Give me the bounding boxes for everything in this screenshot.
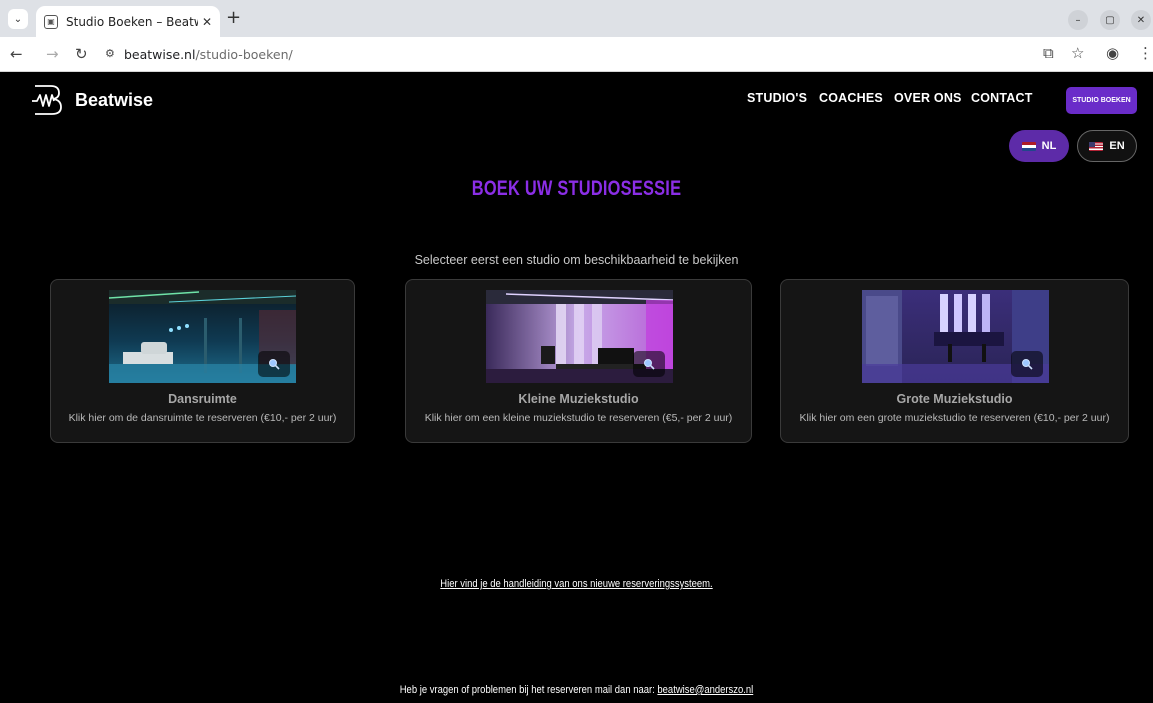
studio-name: Kleine Muziekstudio <box>518 392 639 406</box>
language-nl-button[interactable]: NL <box>1009 130 1069 162</box>
studio-description: Klik hier om een grote muziekstudio te r… <box>799 412 1110 424</box>
studio-card-kleine-muziekstudio[interactable]: Kleine Muziekstudio Klik hier om een kle… <box>405 279 752 443</box>
profile-icon[interactable]: ◉ <box>1106 45 1119 61</box>
studio-image-grote-muziekstudio[interactable] <box>862 290 1049 383</box>
studio-name: Dansruimte <box>168 392 237 406</box>
nav-contact[interactable]: CONTACT <box>971 91 1033 105</box>
nav-over-ons[interactable]: OVER ONS <box>894 91 962 105</box>
maximize-icon[interactable]: ▢ <box>1100 10 1120 30</box>
language-nl-label: NL <box>1041 140 1057 152</box>
language-en-button[interactable]: EN <box>1077 130 1137 162</box>
studio-description: Klik hier om een kleine muziekstudio te … <box>424 412 733 424</box>
zoom-icon[interactable] <box>258 351 290 377</box>
nav-coaches[interactable]: COACHES <box>819 91 883 105</box>
footer-contact: Heb je vragen of problemen bij het reser… <box>81 684 1073 696</box>
flag-us-icon <box>1089 141 1104 151</box>
browser-tab[interactable]: ▣ Studio Boeken – Beatwis ✕ <box>36 6 220 37</box>
footer-text: Heb je vragen of problemen bij het reser… <box>399 684 655 696</box>
studio-image-dansruimte[interactable] <box>109 290 296 383</box>
footer-email-link[interactable]: beatwise@anderszo.nl <box>657 684 753 696</box>
logo-text: Beatwise <box>75 89 154 110</box>
studio-image-kleine-muziekstudio[interactable] <box>486 290 673 383</box>
studio-name: Grote Muziekstudio <box>896 392 1013 406</box>
tab-close-icon[interactable]: ✕ <box>202 15 212 29</box>
browser-toolbar: ← → ↻ ⚙ beatwise.nl/studio-boeken/ ⧉ ☆ ◉… <box>0 37 1153 72</box>
site-logo[interactable]: Beatwise <box>31 83 153 117</box>
page-content: Beatwise STUDIO'S COACHES OVER ONS CONTA… <box>0 73 1153 703</box>
url-path: /studio-boeken/ <box>195 47 293 62</box>
studio-boeken-button[interactable]: STUDIO BOEKEN <box>1066 87 1137 114</box>
beatwise-logo-icon <box>32 85 62 115</box>
reload-icon[interactable]: ↻ <box>75 46 88 62</box>
manual-link[interactable]: Hier vind je de handleiding van ons nieu… <box>81 578 1073 590</box>
studio-description: Klik hier om de dansruimte te reserveren… <box>68 412 337 424</box>
page-subtitle: Selecteer eerst een studio om beschikbaa… <box>414 253 739 267</box>
browser-tab-bar: ⌄ ▣ Studio Boeken – Beatwis ✕ + – ▢ ✕ <box>0 0 1153 37</box>
minimize-icon[interactable]: – <box>1068 10 1088 30</box>
close-window-icon[interactable]: ✕ <box>1131 10 1151 30</box>
back-icon[interactable]: ← <box>10 46 23 62</box>
zoom-icon[interactable] <box>633 351 665 377</box>
new-tab-icon[interactable]: + <box>226 9 241 27</box>
page-title: BOEK UW STUDIOSESSIE <box>471 177 682 200</box>
address-bar[interactable]: beatwise.nl/studio-boeken/ <box>124 47 293 62</box>
bookmark-star-icon[interactable]: ☆ <box>1071 45 1084 61</box>
site-info-icon[interactable]: ⚙ <box>105 47 115 60</box>
tab-title: Studio Boeken – Beatwis <box>66 14 198 29</box>
studio-card-dansruimte[interactable]: Dansruimte Klik hier om de dansruimte te… <box>50 279 355 443</box>
studio-card-grote-muziekstudio[interactable]: Grote Muziekstudio Klik hier om een grot… <box>780 279 1129 443</box>
browser-menu-icon[interactable]: ⋮ <box>1138 45 1153 61</box>
url-domain: beatwise.nl <box>124 47 196 62</box>
nav-studios[interactable]: STUDIO'S <box>747 91 807 105</box>
forward-icon[interactable]: → <box>46 46 59 62</box>
tab-favicon-icon: ▣ <box>44 14 58 29</box>
install-app-icon[interactable]: ⧉ <box>1043 45 1054 61</box>
flag-nl-icon <box>1021 141 1036 151</box>
tab-search-chevron-icon[interactable]: ⌄ <box>8 9 28 29</box>
zoom-icon[interactable] <box>1011 351 1043 377</box>
language-en-label: EN <box>1109 140 1125 152</box>
